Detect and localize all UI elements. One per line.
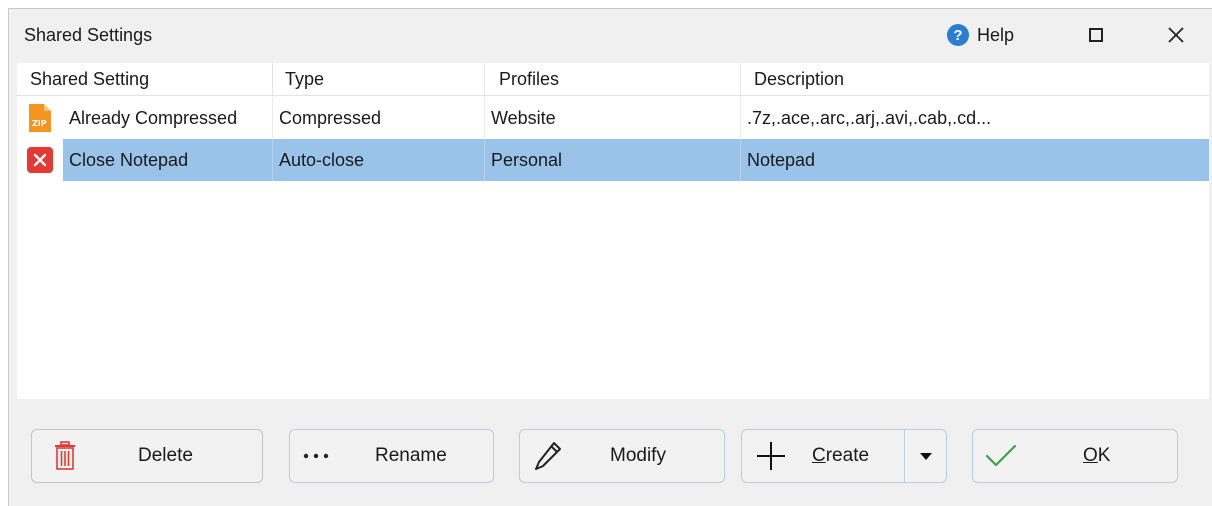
cell-profiles: Website (485, 97, 741, 139)
zip-file-icon: ZIP (29, 104, 51, 132)
maximize-button[interactable] (1073, 17, 1119, 53)
column-header-description[interactable]: Description (741, 63, 1209, 95)
ok-label: OK (1083, 445, 1111, 466)
cell-shared-setting: Already Compressed (63, 97, 273, 139)
title-bar: Shared Settings ? Help (9, 9, 1212, 59)
window-title: Shared Settings (24, 25, 153, 45)
row-icon-cell: ZIP (17, 97, 63, 139)
cell-profiles: Personal (485, 139, 741, 181)
svg-text:ZIP: ZIP (32, 119, 47, 128)
maximize-icon (1089, 28, 1103, 42)
create-button[interactable]: Create (741, 429, 947, 483)
trash-icon (54, 430, 76, 482)
close-button[interactable] (1153, 17, 1199, 53)
checkmark-icon (985, 430, 1017, 482)
help-label: Help (977, 24, 1015, 45)
delete-button[interactable]: Delete (31, 429, 263, 483)
shared-settings-dialog: Shared Settings ? Help Shared Setting Ty… (8, 8, 1212, 506)
rename-label: Rename (375, 445, 447, 466)
cell-type: Auto-close (273, 139, 485, 181)
pencil-icon (534, 430, 562, 482)
cell-type: Compressed (273, 97, 485, 139)
help-button[interactable]: ? Help (947, 22, 1014, 48)
cell-description: Notepad (747, 149, 816, 170)
red-x-icon (27, 147, 53, 173)
row-icon-cell (17, 139, 63, 181)
table-row-selected[interactable]: Close Notepad Auto-close Personal Notepa… (17, 139, 1209, 181)
plus-icon (756, 430, 786, 482)
column-header-shared-setting[interactable]: Shared Setting (17, 63, 273, 95)
ellipsis-icon (303, 430, 329, 482)
rename-button[interactable]: Rename (289, 429, 494, 483)
cell-shared-setting: Close Notepad (63, 139, 273, 181)
ok-button[interactable]: OK (972, 429, 1178, 483)
close-icon (1168, 27, 1184, 43)
modify-button[interactable]: Modify (519, 429, 725, 483)
column-header-profiles[interactable]: Profiles (485, 63, 741, 95)
list-header: Shared Setting Type Profiles Description (17, 63, 1209, 96)
create-label: Create (812, 445, 870, 466)
table-row[interactable]: ZIP Already Compressed Compressed Websit… (17, 97, 1209, 139)
shared-settings-list[interactable]: Shared Setting Type Profiles Description… (17, 63, 1209, 399)
column-header-type[interactable]: Type (273, 63, 485, 95)
delete-label: Delete (138, 445, 193, 466)
help-icon: ? (947, 24, 969, 46)
chevron-down-icon (920, 452, 932, 460)
cell-description: .7z,.ace,.arc,.arj,.avi,.cab,.cd... (747, 107, 992, 128)
modify-label: Modify (610, 445, 666, 466)
create-dropdown-button[interactable] (904, 430, 947, 482)
